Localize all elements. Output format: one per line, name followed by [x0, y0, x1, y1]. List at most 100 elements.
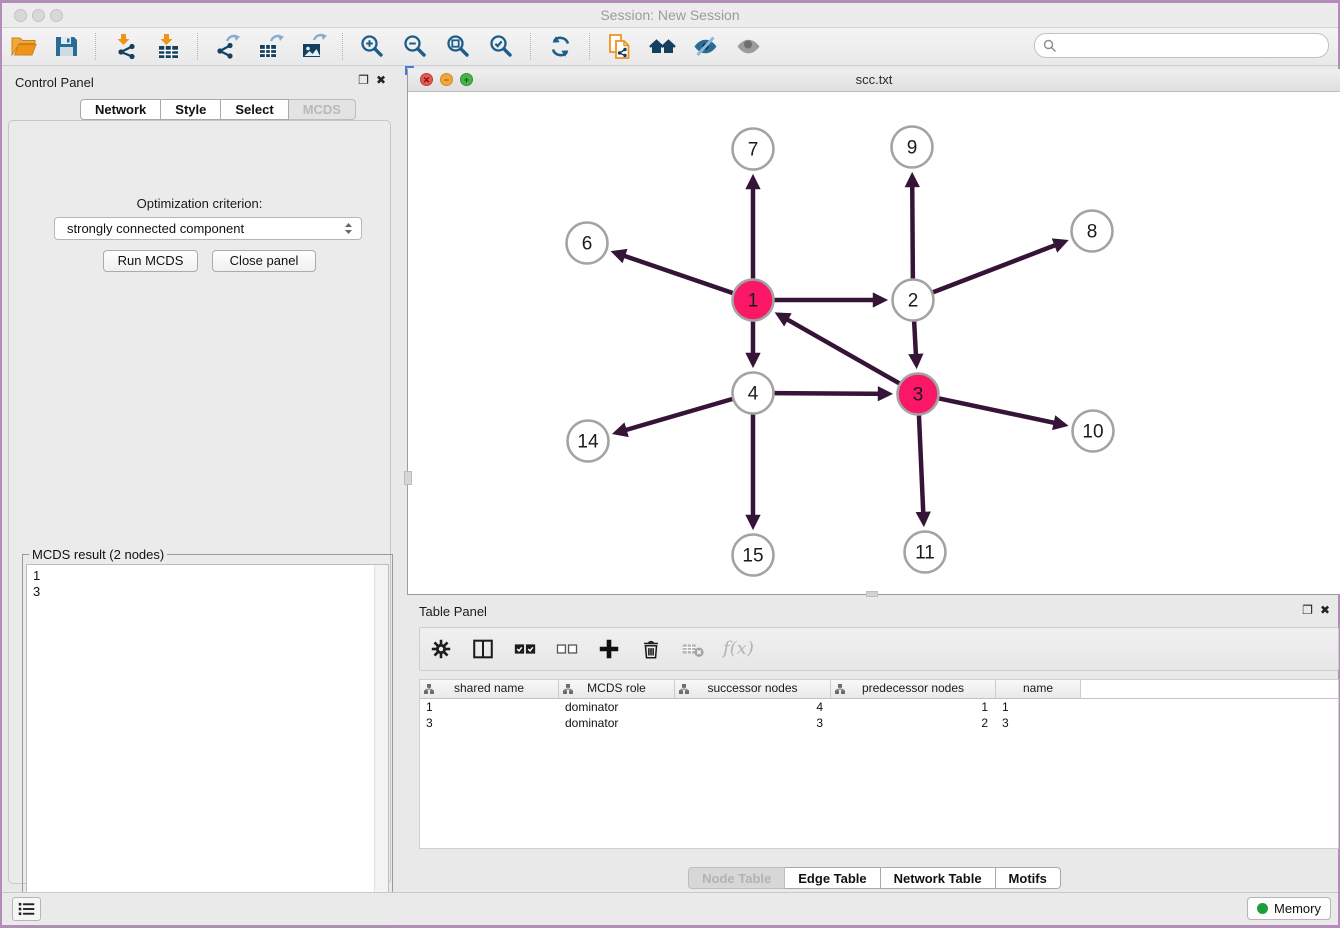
- node-10[interactable]: 10: [1073, 411, 1114, 452]
- node-1[interactable]: 1: [733, 280, 774, 321]
- import-network-icon[interactable]: [112, 33, 139, 60]
- column-header-predecessor-nodes[interactable]: predecessor nodes: [831, 680, 996, 698]
- tab-network[interactable]: Network: [80, 99, 161, 120]
- delete-table-icon[interactable]: [681, 637, 705, 661]
- status-bar: Memory: [2, 892, 1338, 925]
- zoom-window-button[interactable]: [50, 9, 63, 22]
- node-8[interactable]: 8: [1072, 211, 1113, 252]
- tab-mcds[interactable]: MCDS: [289, 99, 356, 120]
- edge-4-14[interactable]: [616, 399, 732, 433]
- cell-predecessor-nodes[interactable]: 2: [831, 715, 996, 731]
- tab-network-table[interactable]: Network Table: [881, 867, 996, 889]
- export-table-icon[interactable]: [257, 33, 284, 60]
- network-minimize-button[interactable]: −: [440, 73, 453, 86]
- refresh-view-icon[interactable]: [547, 33, 574, 60]
- show-columns-icon[interactable]: [471, 637, 495, 661]
- close-panel-icon[interactable]: ✖: [376, 74, 386, 87]
- cell-shared-name[interactable]: 1: [420, 699, 559, 715]
- node-4[interactable]: 4: [733, 373, 774, 414]
- tab-select[interactable]: Select: [221, 99, 288, 120]
- column-header-successor-nodes[interactable]: successor nodes: [675, 680, 831, 698]
- column-header-shared-name[interactable]: shared name: [420, 680, 559, 698]
- tab-edge-table[interactable]: Edge Table: [785, 867, 880, 889]
- search-input[interactable]: [1057, 38, 1328, 53]
- edge-2-9[interactable]: [912, 176, 913, 278]
- toolbar-separator: [197, 33, 199, 60]
- zoom-in-icon[interactable]: [359, 33, 386, 60]
- cell-MCDS-role[interactable]: dominator: [559, 715, 675, 731]
- edge-3-1[interactable]: [779, 315, 900, 384]
- svg-text:2: 2: [908, 291, 919, 312]
- export-image-icon[interactable]: [300, 33, 327, 60]
- node-7[interactable]: 7: [733, 129, 774, 170]
- tab-motifs[interactable]: Motifs: [996, 867, 1061, 889]
- task-history-button[interactable]: [12, 897, 41, 921]
- close-panel-button[interactable]: Close panel: [212, 250, 316, 272]
- node-2[interactable]: 2: [893, 280, 934, 321]
- network-zoom-button[interactable]: +: [460, 73, 473, 86]
- show-all-views-icon[interactable]: [649, 33, 676, 60]
- run-mcds-button[interactable]: Run MCDS: [103, 250, 198, 272]
- zoom-out-icon[interactable]: [402, 33, 429, 60]
- application-window: Session: New Session Control Panel ❐: [2, 3, 1338, 924]
- node-15[interactable]: 15: [733, 535, 774, 576]
- unselect-all-columns-icon[interactable]: [555, 637, 579, 661]
- node-9[interactable]: 9: [892, 127, 933, 168]
- svg-text:4: 4: [748, 384, 759, 405]
- edge-3-11[interactable]: [919, 415, 924, 522]
- network-graph-canvas[interactable]: 1 2 3 4 6 7 8 9 10 11 14 15: [408, 91, 1339, 594]
- function-builder-icon[interactable]: f(x): [723, 637, 754, 661]
- control-panel-title: Control Panel: [15, 75, 94, 90]
- zoom-fit-icon[interactable]: [445, 33, 472, 60]
- cell-shared-name[interactable]: 3: [420, 715, 559, 731]
- table-row[interactable]: 3dominator323: [420, 715, 1338, 731]
- split-grip-left[interactable]: [404, 471, 412, 485]
- zoom-selected-icon[interactable]: [488, 33, 515, 60]
- edge-4-3[interactable]: [774, 393, 888, 394]
- edge-2-8[interactable]: [933, 242, 1064, 293]
- cell-successor-nodes[interactable]: 3: [675, 715, 831, 731]
- cell-name[interactable]: 1: [996, 699, 1081, 715]
- close-panel-icon[interactable]: ✖: [1320, 604, 1330, 617]
- tab-style[interactable]: Style: [161, 99, 221, 120]
- edge-2-3[interactable]: [914, 321, 916, 364]
- float-panel-icon[interactable]: ❐: [1302, 604, 1313, 617]
- node-table[interactable]: shared nameMCDS rolesuccessor nodesprede…: [419, 679, 1339, 849]
- close-window-button[interactable]: [14, 9, 27, 22]
- cell-predecessor-nodes[interactable]: 1: [831, 699, 996, 715]
- show-hidden-icon[interactable]: [735, 33, 762, 60]
- node-11[interactable]: 11: [905, 532, 946, 573]
- hide-selected-icon[interactable]: [692, 33, 719, 60]
- svg-text:6: 6: [582, 234, 593, 255]
- result-scrollbar[interactable]: [374, 565, 388, 923]
- table-settings-icon[interactable]: [429, 637, 453, 661]
- edge-1-6[interactable]: [615, 253, 733, 293]
- split-grip-bottom[interactable]: [866, 591, 878, 597]
- network-close-button[interactable]: ✕: [420, 73, 433, 86]
- edge-3-10[interactable]: [939, 398, 1064, 424]
- cell-successor-nodes[interactable]: 4: [675, 699, 831, 715]
- titlebar: Session: New Session: [2, 3, 1338, 28]
- search-box[interactable]: [1034, 33, 1329, 58]
- save-session-icon[interactable]: [53, 33, 80, 60]
- node-3[interactable]: 3: [898, 374, 939, 415]
- add-column-icon[interactable]: [597, 637, 621, 661]
- column-header-MCDS-role[interactable]: MCDS role: [559, 680, 675, 698]
- node-14[interactable]: 14: [568, 421, 609, 462]
- tab-node-table[interactable]: Node Table: [688, 867, 785, 889]
- column-header-name[interactable]: name: [996, 680, 1081, 698]
- select-all-columns-icon[interactable]: [513, 637, 537, 661]
- float-panel-icon[interactable]: ❐: [358, 74, 369, 87]
- table-row[interactable]: 1dominator411: [420, 699, 1338, 715]
- cell-MCDS-role[interactable]: dominator: [559, 699, 675, 715]
- new-network-from-selection-icon[interactable]: [606, 33, 633, 60]
- memory-button[interactable]: Memory: [1247, 897, 1331, 920]
- node-6[interactable]: 6: [567, 223, 608, 264]
- open-session-icon[interactable]: [10, 33, 37, 60]
- cell-name[interactable]: 3: [996, 715, 1081, 731]
- criterion-select[interactable]: strongly connected component: [54, 217, 362, 240]
- import-table-icon[interactable]: [155, 33, 182, 60]
- minimize-window-button[interactable]: [32, 9, 45, 22]
- delete-columns-icon[interactable]: [639, 637, 663, 661]
- export-network-icon[interactable]: [214, 33, 241, 60]
